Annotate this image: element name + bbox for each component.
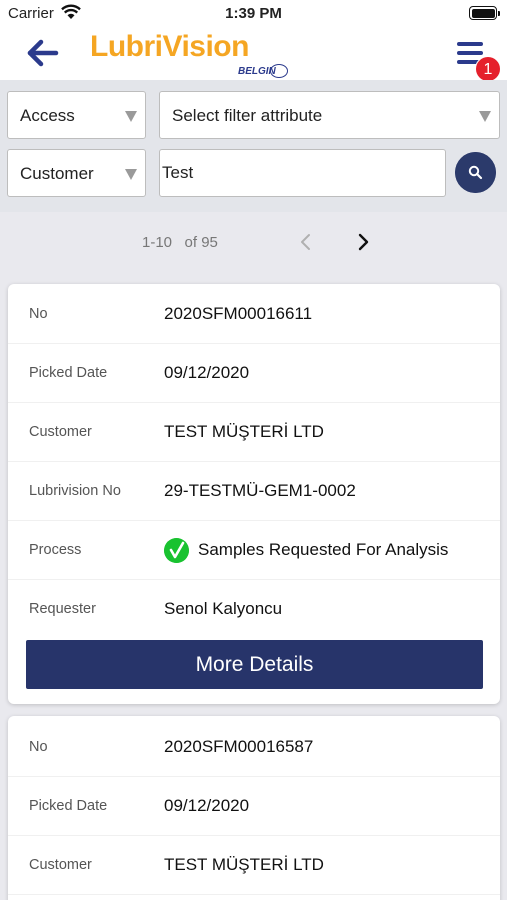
- field-value: TEST MÜŞTERİ LTD: [164, 855, 324, 874]
- app-header: LubriVision BELGIN 1: [0, 28, 507, 82]
- search-button[interactable]: [455, 152, 496, 193]
- field-label: No: [29, 739, 48, 755]
- record-row-requester: Requester Senol Kalyoncu: [8, 580, 500, 639]
- pagination: 1-10 of 95: [0, 212, 507, 272]
- field-value: Samples Requested For Analysis: [198, 540, 449, 559]
- access-select-value: Access: [20, 106, 75, 125]
- field-label: Lubrivision No: [29, 483, 121, 499]
- dropdown-arrow-icon: [125, 169, 137, 180]
- logo-wordmark: LubriVision: [90, 30, 249, 63]
- record-row-customer: Customer TEST MÜŞTERİ LTD: [8, 836, 500, 895]
- next-page-icon[interactable]: [354, 231, 372, 253]
- field-value: TEST MÜŞTERİ LTD: [164, 422, 324, 441]
- record-row-picked-date: Picked Date 09/12/2020: [8, 777, 500, 836]
- field-label: No: [29, 306, 48, 322]
- back-arrow-icon[interactable]: [26, 38, 60, 68]
- clock: 1:39 PM: [225, 5, 282, 22]
- record-row-customer: Customer TEST MÜŞTERİ LTD: [8, 403, 500, 462]
- field-value: Senol Kalyoncu: [164, 599, 283, 618]
- record-card: No 2020SFM00016611 Picked Date 09/12/202…: [8, 284, 500, 704]
- filter-attribute-select-value: Select filter attribute: [172, 106, 323, 125]
- field-label: Process: [29, 542, 82, 558]
- dropdown-arrow-icon: [479, 111, 491, 122]
- status-bar: Carrier 1:39 PM: [0, 0, 507, 28]
- field-select[interactable]: Customer: [7, 149, 146, 197]
- filter-panel: Access Select filter attribute Customer: [0, 80, 507, 212]
- field-label: Customer: [29, 857, 92, 873]
- checkmark-icon: [164, 538, 189, 563]
- more-details-button[interactable]: More Details: [26, 640, 483, 689]
- record-row-picked-date: Picked Date 09/12/2020: [8, 344, 500, 403]
- field-label: Picked Date: [29, 365, 108, 381]
- field-label: Requester: [29, 601, 96, 617]
- record-row-no: No 2020SFM00016611: [8, 285, 500, 344]
- field-label: Picked Date: [29, 798, 108, 814]
- dropdown-arrow-icon: [125, 111, 137, 122]
- filter-attribute-select[interactable]: Select filter attribute: [159, 91, 500, 139]
- field-label: Customer: [29, 424, 92, 440]
- record-row-lubrivision-no: Lubrivision No 29-TESTMÜ-GEM1-0002: [8, 462, 500, 521]
- field-value: 2020SFM00016611: [164, 304, 313, 323]
- field-value: 09/12/2020: [164, 796, 250, 815]
- field-value: 2020SFM00016587: [164, 737, 314, 756]
- previous-page-icon[interactable]: [297, 231, 315, 253]
- logo-ring: [270, 64, 288, 78]
- battery-icon: [469, 6, 500, 20]
- record-row-no: No 2020SFM00016587: [8, 718, 500, 777]
- record-card: No 2020SFM00016587 Picked Date 09/12/202…: [8, 716, 500, 900]
- search-input[interactable]: [159, 149, 446, 197]
- record-row-process: Process Samples Requested For Analysis: [8, 521, 500, 580]
- lubrivision-logo: LubriVision BELGIN: [90, 30, 290, 82]
- pagination-range: 1-10 of 95: [142, 234, 218, 251]
- field-value: 29-TESTMÜ-GEM1-0002: [164, 481, 356, 500]
- notification-badge[interactable]: 1: [475, 56, 501, 82]
- access-select[interactable]: Access: [7, 91, 146, 139]
- field-select-value: Customer: [20, 164, 94, 183]
- field-value: 09/12/2020: [164, 363, 250, 382]
